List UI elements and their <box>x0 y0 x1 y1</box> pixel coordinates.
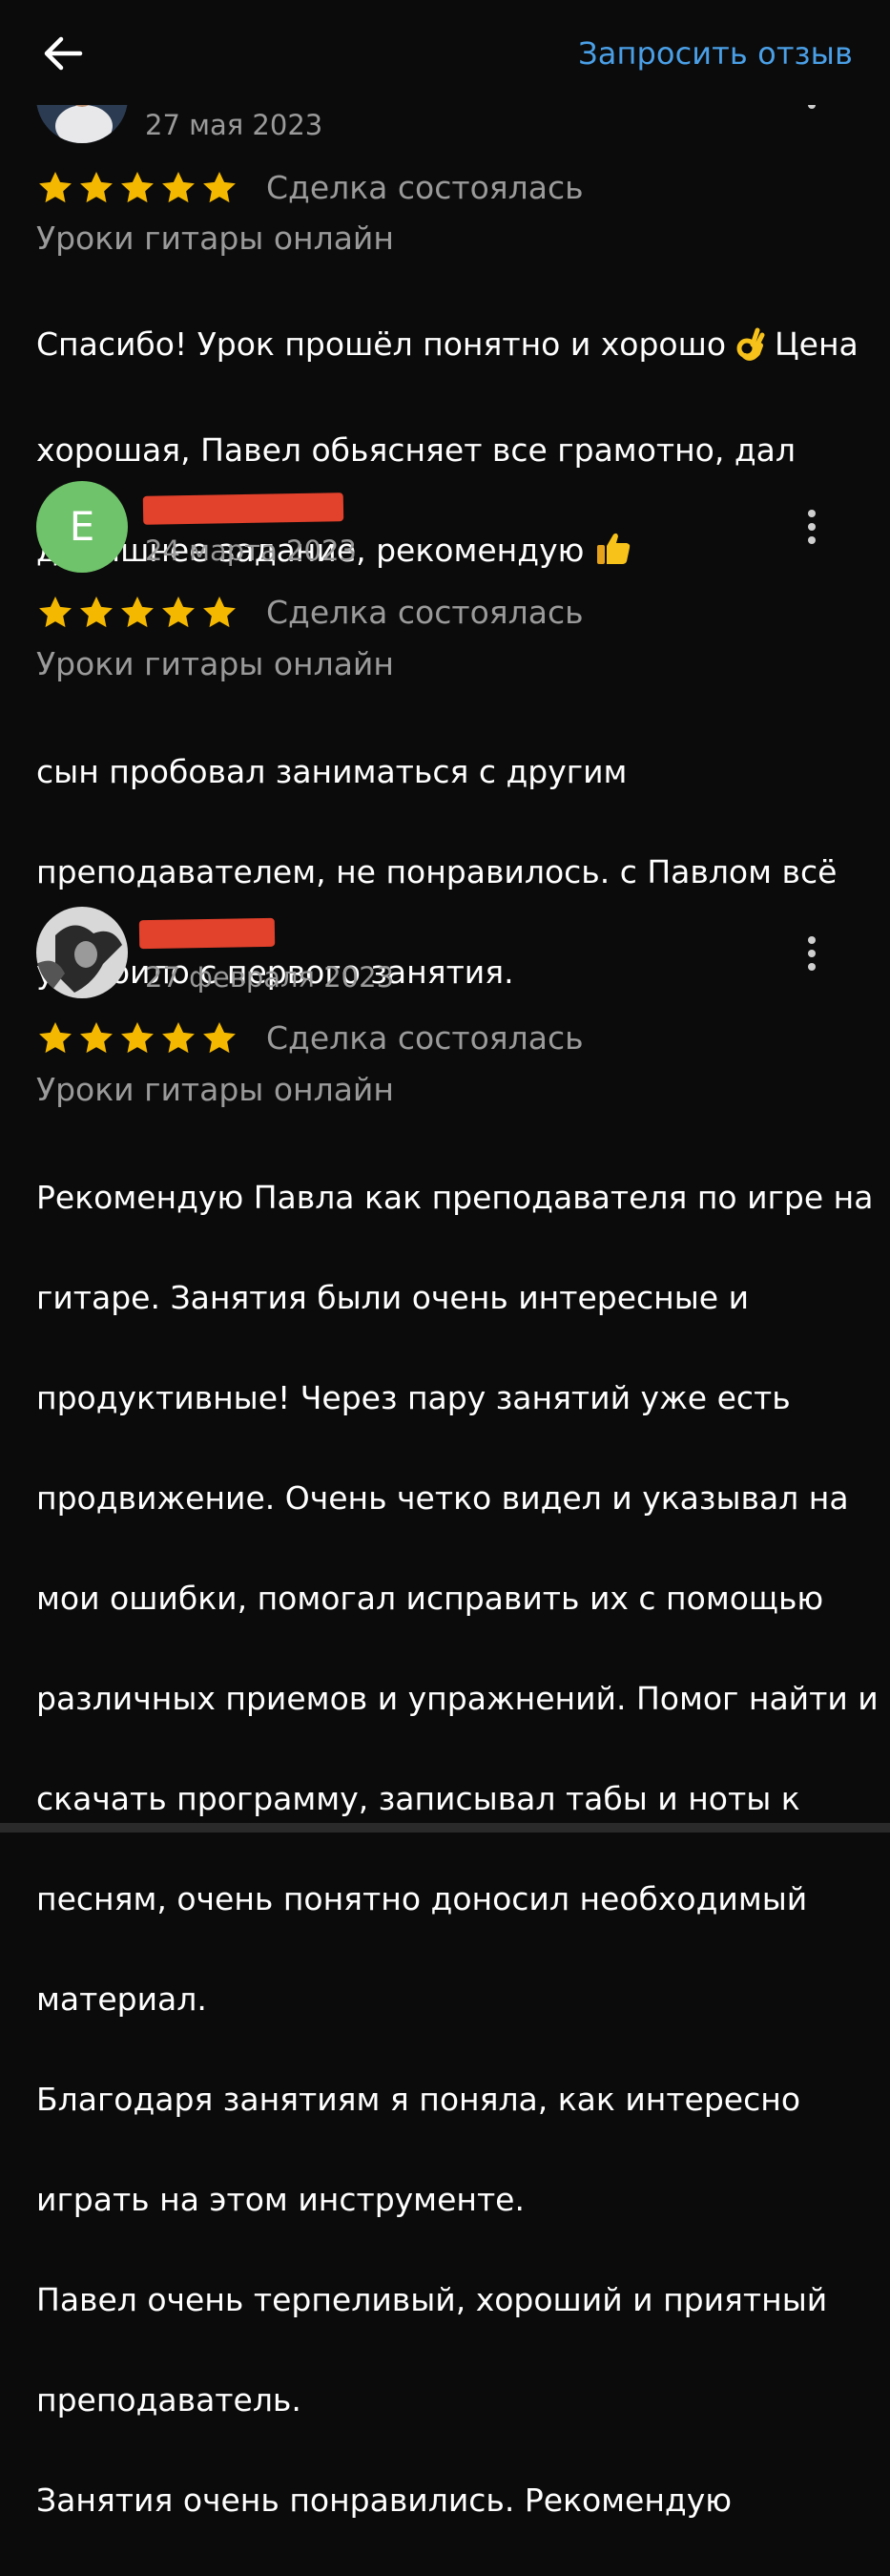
star-rating <box>36 1019 241 1058</box>
star-icon <box>36 1019 74 1058</box>
service-name: Уроки гитары онлайн <box>36 645 394 682</box>
star-rating <box>36 169 241 207</box>
star-icon <box>200 1019 238 1058</box>
review-text-line: различных приемов и упражнений. Помог на… <box>36 1679 879 1717</box>
star-icon <box>36 594 74 632</box>
rating-row: Сделка состоялась <box>36 165 799 211</box>
star-icon <box>118 594 156 632</box>
star-icon <box>118 1019 156 1058</box>
review-text-line: материал. <box>36 1979 207 2018</box>
star-icon <box>77 594 115 632</box>
review-text-line: продуктивные! Через пару занятий уже ест… <box>36 1378 791 1416</box>
star-icon <box>118 169 156 207</box>
deal-status: Сделка состоялась <box>266 594 584 631</box>
review-text-line: гитаре. Занятия были очень интересные и <box>36 1278 750 1316</box>
more-options-icon[interactable] <box>797 504 826 550</box>
star-icon <box>200 594 238 632</box>
avatar <box>36 907 128 998</box>
arrow-left-icon <box>44 36 83 71</box>
review-date: 27 февраля 2023 <box>145 961 395 994</box>
review-text-line: преподаватель. <box>36 2380 301 2419</box>
star-icon <box>159 169 197 207</box>
user-photo <box>36 907 128 998</box>
rating-row: Сделка состоялась <box>36 1016 799 1061</box>
review-text-line: хорошая, Павел обьясняет все грамотно, д… <box>36 430 796 469</box>
star-icon <box>200 169 238 207</box>
review-text-line: песням, очень понятно доносил необходимы… <box>36 1879 808 1917</box>
deal-status: Сделка состоялась <box>266 169 584 206</box>
more-options-icon[interactable] <box>797 931 826 976</box>
review-text-line: Рекомендую Павла как преподавателя по иг… <box>36 1178 874 1216</box>
rating-row: Сделка состоялась <box>36 590 799 636</box>
redacted-name <box>138 917 276 950</box>
review-text-line: мои ошибки, помогал исправить их с помощ… <box>36 1579 824 1617</box>
ok-hand-icon <box>736 325 765 376</box>
avatar: E <box>36 481 128 573</box>
bottom-edge <box>0 1823 890 1833</box>
thumbs-up-icon <box>594 529 632 582</box>
review-text: Спасибо! Урок прошёл понятно и хорошо Це… <box>36 269 866 632</box>
back-button[interactable] <box>38 29 88 78</box>
review-text-line: сын пробовал заниматься с другим <box>36 752 628 790</box>
review-date: 24 марта 2023 <box>145 534 357 567</box>
redacted-name <box>142 492 344 525</box>
review-text-line: продвижение. Очень четко видел и указыва… <box>36 1478 849 1517</box>
review-text-line: Павел очень терпеливый, хороший и приятн… <box>36 2280 828 2318</box>
request-review-link[interactable]: Запросить отзыв <box>578 32 853 74</box>
review-text-line: Занятия очень понравились. Рекомендую <box>36 2481 733 2519</box>
service-name: Уроки гитары онлайн <box>36 1071 394 1108</box>
star-icon <box>77 1019 115 1058</box>
review-text-line: Цена <box>775 325 859 363</box>
top-bar: Запросить отзыв <box>0 0 890 105</box>
star-icon <box>159 594 197 632</box>
star-rating <box>36 594 241 632</box>
star-icon <box>159 1019 197 1058</box>
service-name: Уроки гитары онлайн <box>36 220 394 257</box>
deal-status: Сделка состоялась <box>266 1019 584 1057</box>
review-text-line: Спасибо! Урок прошёл понятно и хорошо <box>36 325 727 363</box>
review-text-line: преподавателем, не понравилось. с Павлом… <box>36 852 838 890</box>
review-text: сын пробовал заниматься с другим препода… <box>36 697 866 1048</box>
review-text-line: Благодаря занятиям я поняла, как интерес… <box>36 2080 801 2118</box>
review-text: Рекомендую Павла как преподавателя по иг… <box>36 1122 879 2576</box>
review-date: 27 мая 2023 <box>145 109 323 141</box>
star-icon <box>77 169 115 207</box>
star-icon <box>36 169 74 207</box>
review-text-line: играть на этом инструменте. <box>36 2180 525 2218</box>
review-text-line: скачать программу, записывал табы и ноты… <box>36 1779 800 1817</box>
